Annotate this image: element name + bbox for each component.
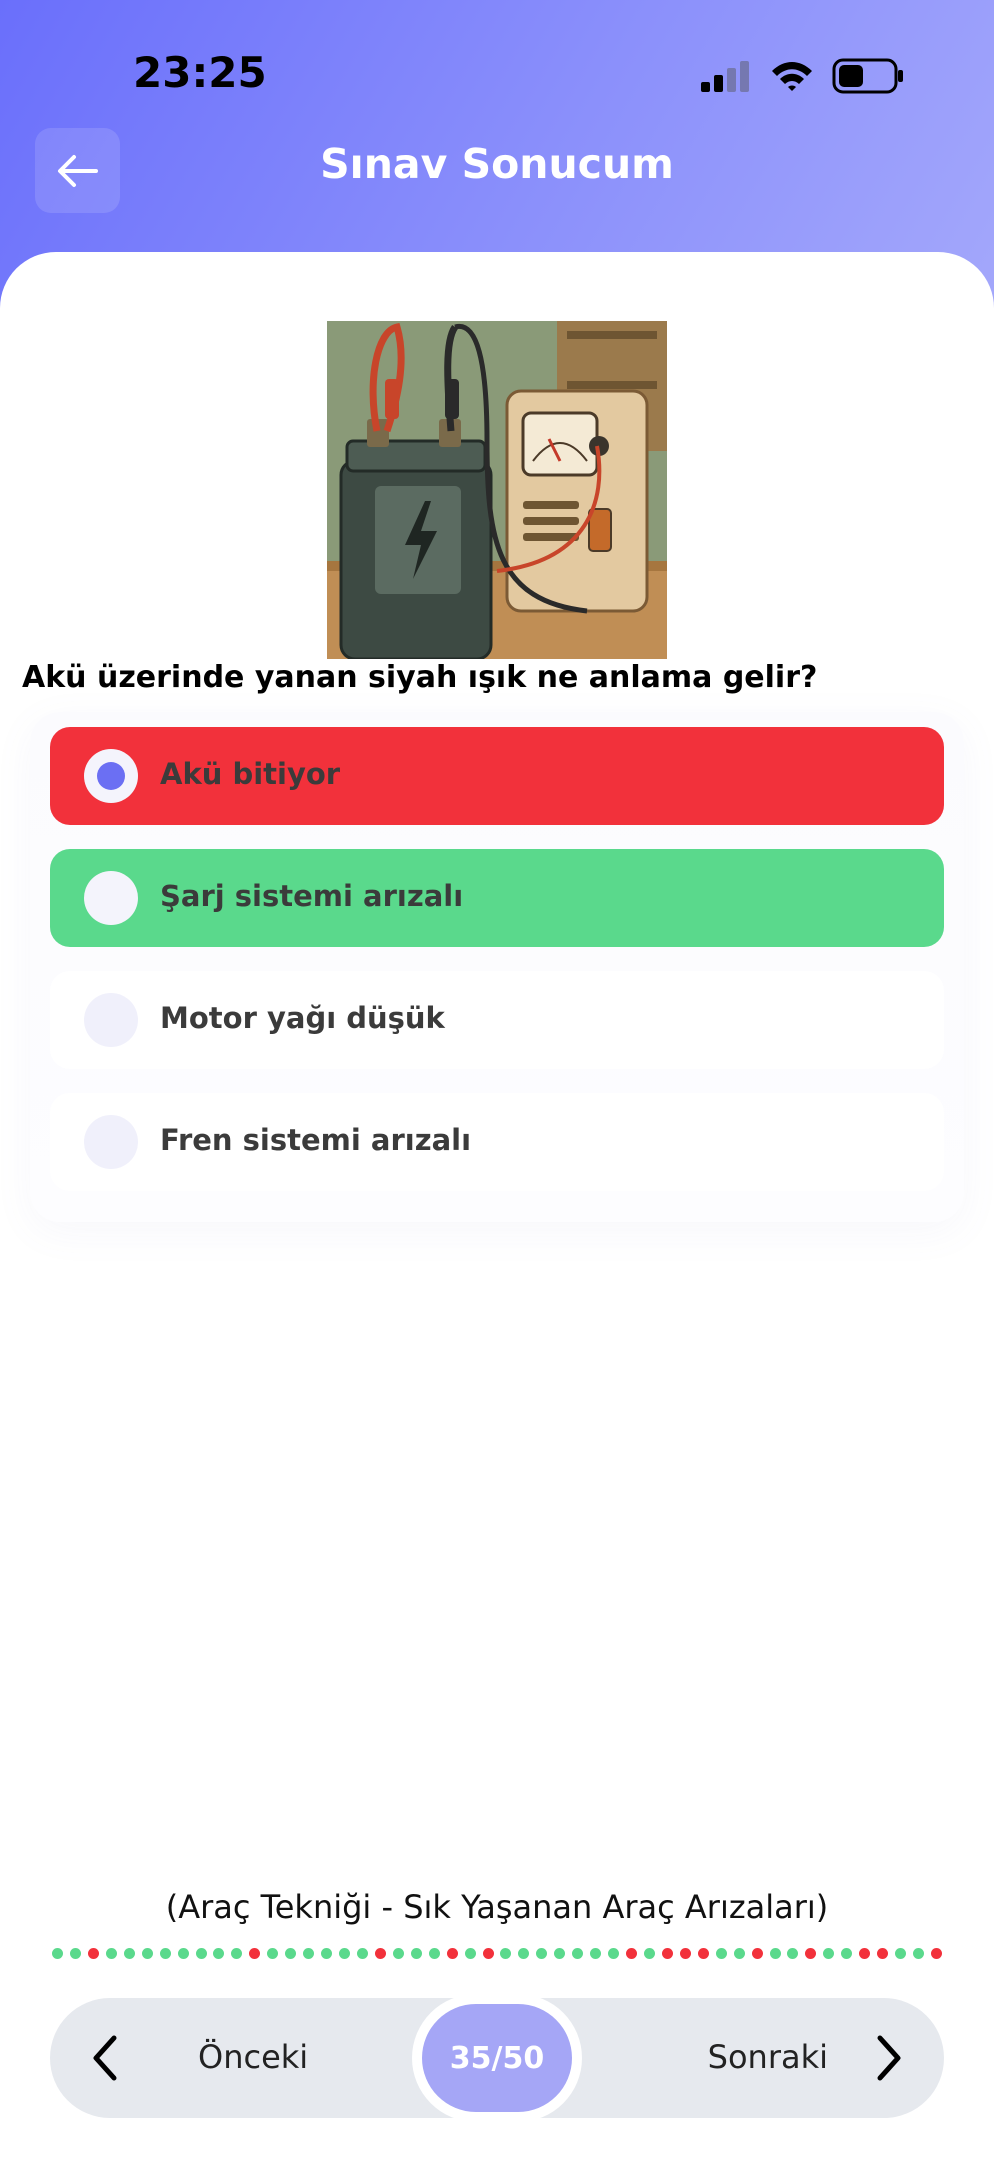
counter-ring: 35/50 bbox=[412, 1994, 582, 2122]
progress-dot-wrong[interactable] bbox=[446, 1947, 458, 1959]
progress-dot-correct[interactable] bbox=[823, 1947, 835, 1959]
option-3[interactable]: Motor yağı düşük bbox=[50, 971, 944, 1069]
battery-icon bbox=[832, 58, 903, 94]
question-image bbox=[327, 321, 667, 659]
progress-dot-correct[interactable] bbox=[428, 1947, 440, 1959]
progress-dot-wrong[interactable] bbox=[751, 1947, 763, 1959]
progress-dot-wrong[interactable] bbox=[805, 1947, 817, 1959]
progress-dot-correct[interactable] bbox=[52, 1947, 63, 1959]
radio[interactable] bbox=[84, 993, 138, 1047]
progress-dot-wrong[interactable] bbox=[482, 1947, 494, 1959]
progress-dot-correct[interactable] bbox=[913, 1947, 924, 1959]
option-4[interactable]: Fren sistemi arızalı bbox=[50, 1093, 944, 1191]
option-label: Şarj sistemi arızalı bbox=[160, 879, 464, 913]
progress-dot-correct[interactable] bbox=[643, 1947, 655, 1959]
page-title: Sınav Sonucum bbox=[320, 140, 674, 188]
radio[interactable] bbox=[84, 871, 138, 925]
question-counter: 35/50 bbox=[422, 2004, 572, 2112]
question-progress-dots bbox=[52, 1946, 942, 1960]
progress-dot-correct[interactable] bbox=[518, 1947, 530, 1959]
progress-dot-correct[interactable] bbox=[572, 1947, 584, 1959]
progress-dot-correct[interactable] bbox=[231, 1947, 243, 1959]
progress-dot-correct[interactable] bbox=[267, 1947, 279, 1959]
progress-dot-correct[interactable] bbox=[895, 1947, 907, 1959]
category-text: (Araç Tekniği - Sık Yaşanan Araç Arızala… bbox=[165, 1888, 829, 1926]
next-button[interactable]: Sonraki bbox=[644, 1998, 924, 2118]
status-icons bbox=[700, 54, 904, 98]
option-label: Fren sistemi arızalı bbox=[160, 1123, 472, 1157]
progress-dot-wrong[interactable] bbox=[877, 1947, 889, 1959]
progress-dot-correct[interactable] bbox=[105, 1947, 117, 1959]
progress-dot-wrong[interactable] bbox=[697, 1947, 709, 1959]
progress-dot-correct[interactable] bbox=[554, 1947, 566, 1959]
progress-dot-correct[interactable] bbox=[464, 1947, 476, 1959]
progress-dot-correct[interactable] bbox=[590, 1947, 602, 1959]
progress-dot-correct[interactable] bbox=[769, 1947, 781, 1959]
progress-dot-correct[interactable] bbox=[141, 1947, 153, 1959]
progress-dot-correct[interactable] bbox=[159, 1947, 171, 1959]
option-1-selected-wrong[interactable]: Akü bitiyor bbox=[50, 727, 944, 825]
progress-dot-correct[interactable] bbox=[410, 1947, 422, 1959]
progress-dot-correct[interactable] bbox=[733, 1947, 745, 1959]
progress-dot-wrong[interactable] bbox=[249, 1947, 261, 1959]
option-2-correct[interactable]: Şarj sistemi arızalı bbox=[50, 849, 944, 947]
status-time: 23:25 bbox=[133, 48, 267, 97]
progress-dot-correct[interactable] bbox=[841, 1947, 853, 1959]
progress-dot-correct[interactable] bbox=[536, 1947, 548, 1959]
progress-dot-correct[interactable] bbox=[213, 1947, 225, 1959]
progress-dot-correct[interactable] bbox=[177, 1947, 189, 1959]
progress-dot-wrong[interactable] bbox=[930, 1947, 942, 1959]
progress-dot-wrong[interactable] bbox=[626, 1947, 637, 1959]
progress-dot-correct[interactable] bbox=[608, 1947, 620, 1959]
progress-dot-correct[interactable] bbox=[715, 1947, 727, 1959]
progress-dot-correct[interactable] bbox=[123, 1947, 135, 1959]
radio-selected[interactable] bbox=[84, 749, 138, 803]
progress-dot-correct[interactable] bbox=[321, 1947, 333, 1959]
progress-dot-correct[interactable] bbox=[285, 1947, 297, 1959]
signal-icon bbox=[701, 61, 749, 92]
progress-dot-correct[interactable] bbox=[392, 1947, 404, 1959]
progress-dot-wrong[interactable] bbox=[859, 1947, 871, 1959]
question-text: Akü üzerinde yanan siyah ışık ne anlama … bbox=[22, 660, 818, 695]
progress-dot-wrong[interactable] bbox=[374, 1947, 386, 1959]
progress-dot-correct[interactable] bbox=[303, 1947, 315, 1959]
progress-dot-correct[interactable] bbox=[69, 1947, 81, 1959]
chevron-left-icon bbox=[93, 2035, 117, 2081]
option-label: Akü bitiyor bbox=[160, 757, 341, 791]
radio[interactable] bbox=[84, 1115, 138, 1169]
progress-dot-correct[interactable] bbox=[787, 1947, 799, 1959]
progress-dot-correct[interactable] bbox=[195, 1947, 207, 1959]
progress-dot-wrong[interactable] bbox=[679, 1947, 691, 1959]
progress-dot-correct[interactable] bbox=[339, 1947, 350, 1959]
progress-dot-wrong[interactable] bbox=[87, 1947, 99, 1959]
previous-button[interactable]: Önceki bbox=[70, 1998, 350, 2118]
option-label: Motor yağı düşük bbox=[160, 1001, 445, 1035]
wifi-icon bbox=[772, 62, 812, 91]
progress-dot-correct[interactable] bbox=[356, 1947, 368, 1959]
next-label: Sonraki bbox=[707, 2038, 828, 2076]
chevron-right-icon bbox=[877, 2035, 901, 2081]
progress-dot-wrong[interactable] bbox=[661, 1947, 673, 1959]
bottom-navigation: Önceki 35/50 Sonraki bbox=[50, 1994, 944, 2122]
previous-label: Önceki bbox=[198, 2038, 309, 2076]
status-bar: 23:25 bbox=[0, 40, 994, 110]
progress-dot-correct[interactable] bbox=[500, 1947, 512, 1959]
